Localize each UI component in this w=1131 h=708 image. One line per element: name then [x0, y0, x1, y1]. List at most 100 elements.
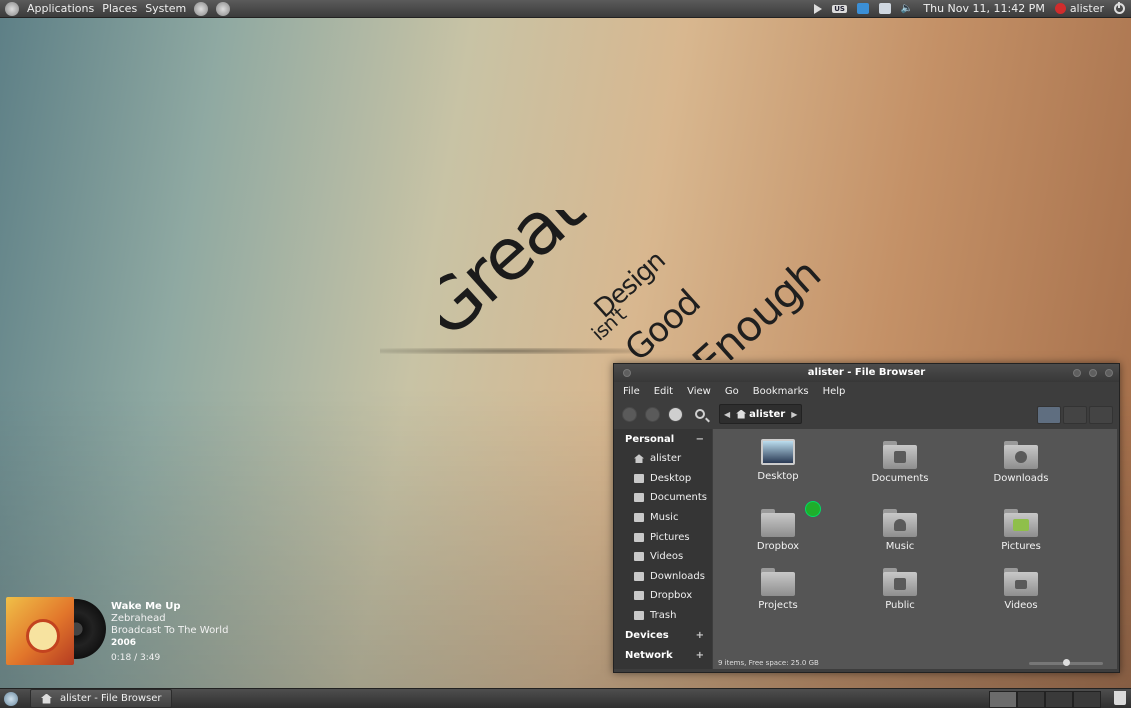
icon-view-button[interactable]	[1037, 406, 1061, 424]
videos-folder-icon	[1004, 568, 1038, 596]
taskbar-window-label: alister - File Browser	[60, 693, 162, 704]
track-time: 0:18 / 3:49	[111, 653, 161, 663]
forward-button[interactable]	[645, 406, 660, 422]
workspace-switcher	[989, 691, 1101, 708]
file-browser-window: alister - File Browser File Edit View Go…	[613, 363, 1120, 673]
track-album: Broadcast To The World	[111, 625, 229, 636]
system-menu[interactable]: System	[145, 2, 186, 15]
sidebar-item-documents[interactable]: Documents	[614, 488, 712, 508]
file-item-label: Pictures	[1001, 541, 1041, 552]
file-item-label: Music	[885, 541, 915, 552]
sidebar-item-label: Downloads	[650, 570, 705, 582]
window-menu-icon[interactable]	[623, 369, 631, 377]
file-item-dropbox[interactable]: Dropbox	[728, 501, 828, 552]
sidebar: Personal − alister Desktop Documents Mus…	[614, 429, 712, 669]
sync-check-icon	[805, 501, 821, 517]
user-menu[interactable]: alister	[1070, 2, 1104, 15]
trash-icon[interactable]	[1114, 691, 1126, 705]
firefox-launcher-icon[interactable]	[194, 1, 209, 16]
breadcrumb-location[interactable]: alister	[749, 409, 785, 420]
file-item-downloads[interactable]: Downloads	[971, 441, 1071, 484]
music-folder-icon	[883, 509, 917, 537]
workspace-4[interactable]	[1073, 691, 1101, 708]
minimize-button[interactable]	[1073, 369, 1081, 377]
menu-go[interactable]: Go	[725, 386, 739, 397]
sidebar-section-personal[interactable]: Personal −	[614, 429, 712, 449]
workspace-2[interactable]	[1017, 691, 1045, 708]
folder-icon	[761, 568, 795, 596]
file-item-label: Videos	[1004, 600, 1038, 611]
places-menu[interactable]: Places	[102, 2, 137, 15]
search-icon[interactable]	[695, 409, 705, 419]
sidebar-item-dropbox[interactable]: Dropbox	[614, 586, 712, 606]
menu-bookmarks[interactable]: Bookmarks	[753, 386, 809, 397]
monitor-icon	[761, 439, 795, 465]
menu-edit[interactable]: Edit	[654, 386, 673, 397]
menu-help[interactable]: Help	[823, 386, 846, 397]
maximize-button[interactable]	[1089, 369, 1097, 377]
breadcrumb-left-arrow-icon[interactable]: ◀	[724, 410, 730, 419]
power-icon[interactable]	[1114, 2, 1125, 14]
file-item-desktop[interactable]: Desktop	[728, 439, 828, 482]
sidebar-item-desktop[interactable]: Desktop	[614, 469, 712, 489]
volume-icon[interactable]: 🔈	[901, 3, 913, 14]
folder-icon	[634, 552, 644, 562]
expand-icon[interactable]: +	[696, 650, 704, 661]
workspace-1[interactable]	[989, 691, 1017, 708]
menu-view[interactable]: View	[687, 386, 711, 397]
workspace-3[interactable]	[1045, 691, 1073, 708]
track-title: Wake Me Up	[111, 601, 181, 612]
sidebar-item-videos[interactable]: Videos	[614, 547, 712, 567]
distro-logo-icon[interactable]	[5, 1, 19, 16]
show-desktop-icon[interactable]	[4, 691, 18, 706]
sidebar-item-downloads[interactable]: Downloads	[614, 567, 712, 587]
folder-icon	[634, 591, 644, 601]
sidebar-item-pictures[interactable]: Pictures	[614, 527, 712, 547]
album-cover[interactable]	[6, 597, 74, 665]
sidebar-section-devices[interactable]: Devices +	[614, 625, 712, 645]
expand-icon[interactable]: +	[696, 630, 704, 641]
file-item-documents[interactable]: Documents	[850, 441, 950, 484]
sidebar-item-alister[interactable]: alister	[614, 449, 712, 469]
toolbar: ◀ alister ▶	[614, 400, 1119, 428]
sidebar-item-label: Trash	[650, 610, 677, 622]
user-status-icon	[1054, 3, 1066, 14]
sidebar-section-label: Personal	[625, 433, 675, 445]
public-folder-icon	[883, 568, 917, 596]
taskbar-window-button[interactable]: alister - File Browser	[30, 689, 173, 708]
file-item-projects[interactable]: Projects	[728, 568, 828, 611]
clock[interactable]: Thu Nov 11, 11:42 PM	[923, 2, 1044, 15]
file-item-public[interactable]: Public	[850, 568, 950, 611]
reload-button[interactable]	[668, 406, 683, 422]
file-item-videos[interactable]: Videos	[971, 568, 1071, 611]
dropbox-tray-icon[interactable]	[878, 3, 891, 14]
sidebar-item-music[interactable]: Music	[614, 508, 712, 528]
sidebar-section-network[interactable]: Network +	[614, 645, 712, 665]
music-widget: Wake Me Up Zebrahead Broadcast To The Wo…	[6, 597, 266, 667]
sidebar-item-trash[interactable]: Trash	[614, 606, 712, 626]
desktop-icon	[634, 473, 644, 483]
status-bar-text: 9 items, Free space: 25.0 GB	[718, 659, 819, 667]
file-view: Desktop Documents Downloads Dropbox Musi…	[713, 429, 1117, 669]
sidebar-item-label: Documents	[650, 492, 708, 504]
close-button[interactable]	[1105, 369, 1113, 377]
file-item-pictures[interactable]: Pictures	[971, 509, 1071, 552]
keyboard-layout-indicator[interactable]: US	[832, 4, 847, 13]
breadcrumb-right-arrow-icon[interactable]: ▶	[791, 410, 797, 419]
collapse-icon[interactable]: −	[696, 434, 704, 445]
zoom-slider-handle[interactable]	[1063, 659, 1070, 666]
zoom-slider[interactable]	[1029, 659, 1103, 666]
list-view-button[interactable]	[1063, 406, 1087, 424]
back-button[interactable]	[622, 406, 637, 422]
compact-view-button[interactable]	[1089, 406, 1113, 424]
window-titlebar[interactable]: alister - File Browser	[614, 364, 1119, 382]
folder-icon	[634, 532, 644, 542]
applications-menu[interactable]: Applications	[27, 2, 94, 15]
network-icon[interactable]	[856, 3, 869, 14]
play-icon[interactable]	[814, 3, 823, 14]
thunderbird-launcher-icon[interactable]	[216, 1, 231, 16]
documents-folder-icon	[883, 441, 917, 469]
menu-file[interactable]: File	[623, 386, 640, 397]
file-item-music[interactable]: Music	[850, 509, 950, 552]
sidebar-section-label: Devices	[625, 629, 669, 641]
